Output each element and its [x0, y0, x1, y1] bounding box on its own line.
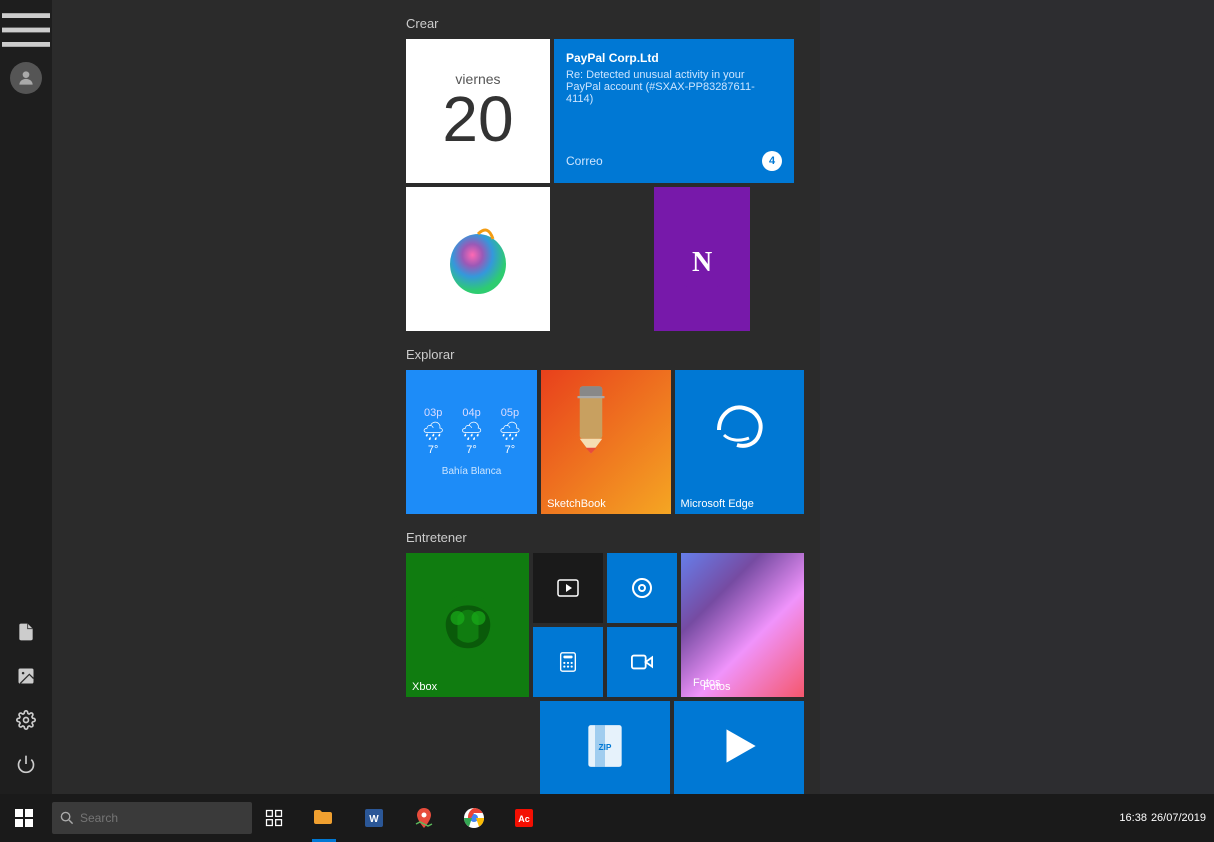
acrobat-taskbar-icon: Ac	[512, 806, 536, 830]
power-icon[interactable]	[2, 742, 50, 786]
mail-app-label: Correo	[566, 154, 603, 168]
task-view-button[interactable]	[252, 794, 296, 842]
maps-icon	[412, 806, 436, 830]
taskbar-date: 26/07/2019	[1151, 812, 1206, 824]
folder-icon	[312, 806, 336, 830]
svg-text:ZIP: ZIP	[599, 742, 612, 752]
start-button[interactable]	[0, 794, 48, 842]
user-avatar[interactable]	[2, 56, 50, 100]
start-menu: # 360 360 Security Center ▾ A Accesi	[0, 0, 820, 794]
photos-icon[interactable]	[2, 654, 50, 698]
tiles-panel: Crear viernes 20 PayPal Corp.Ltd Re: Det…	[390, 0, 820, 794]
calendar-tile[interactable]: viernes 20	[406, 39, 550, 183]
svg-text:W: W	[369, 814, 379, 825]
weather-time-3: 05p	[501, 407, 519, 419]
paint3d-tile[interactable]: Paint 3D	[406, 187, 550, 331]
sketchbook-tile[interactable]: SketchBook	[541, 370, 670, 514]
edge-tile[interactable]: Microsoft Edge	[675, 370, 804, 514]
svg-text:N: N	[692, 247, 712, 278]
mail-tile[interactable]: PayPal Corp.Ltd Re: Detected unusual act…	[554, 39, 794, 183]
entretener-title: Entretener	[406, 530, 804, 545]
hamburger-icon[interactable]	[2, 8, 50, 52]
explorar-title: Explorar	[406, 347, 804, 362]
mail-badge: 4	[762, 151, 782, 171]
taskbar-search-bar[interactable]	[52, 802, 252, 834]
entretener-section: Entretener Xbox	[406, 530, 804, 794]
svg-text:Ac: Ac	[518, 814, 530, 824]
weather-time-1: 03p	[424, 407, 442, 419]
entretener-row2: ZIP WinZip Univer... ACG Player	[406, 701, 804, 794]
winzip-tile[interactable]: ZIP WinZip Univer...	[540, 701, 670, 794]
paint3d-label: Paint 3D	[406, 311, 460, 331]
taskbar-app-maps[interactable]	[400, 794, 448, 842]
entretener-row1: Xbox	[406, 553, 804, 697]
settings-icon[interactable]	[2, 698, 50, 742]
weather-tile[interactable]: 03p 🌧 7° 04p 🌧 7° 05p 🌧 7°	[406, 370, 537, 514]
mail-sender: PayPal Corp.Ltd	[566, 51, 782, 65]
crear-section: Crear viernes 20 PayPal Corp.Ltd Re: Det…	[406, 16, 804, 331]
small-icons-grid	[533, 553, 677, 697]
radio-tile[interactable]	[607, 553, 677, 623]
onenote-tile[interactable]: N	[654, 187, 750, 331]
sketchbook-label: SketchBook	[541, 494, 612, 514]
explorar-section: Explorar 03p 🌧 7° 04p 🌧 7°	[406, 347, 804, 514]
weather-time-2: 04p	[462, 407, 480, 419]
movie-tile[interactable]	[533, 553, 603, 623]
taskbar-time: 16:38	[1119, 812, 1147, 824]
documents-icon[interactable]	[2, 610, 50, 654]
mail-subject: Re: Detected unusual activity in your Pa…	[566, 69, 782, 105]
taskbar-app-word[interactable]: W	[350, 794, 398, 842]
crear-title: Crear	[406, 16, 804, 31]
sidebar-icons	[0, 0, 52, 794]
acg-player-tile[interactable]: ACG Player	[674, 701, 804, 794]
taskbar-search-input[interactable]	[80, 811, 230, 825]
taskbar: W Ac	[0, 794, 1214, 842]
taskbar-search-icon	[60, 811, 74, 825]
calc-tile[interactable]	[533, 627, 603, 697]
calendar-day-num: 20	[442, 87, 513, 151]
chrome-icon	[462, 806, 486, 830]
cam-tile[interactable]	[607, 627, 677, 697]
fotos-text: Fotos	[703, 681, 731, 693]
taskbar-app-acrobat[interactable]: Ac	[500, 794, 548, 842]
explorar-row: 03p 🌧 7° 04p 🌧 7° 05p 🌧 7°	[406, 370, 804, 514]
weather-city: Bahía Blanca	[442, 466, 502, 477]
fotos-tile[interactable]: Fotos Fotos	[681, 553, 804, 697]
xbox-tile[interactable]: Xbox	[406, 553, 529, 697]
taskbar-app-chrome[interactable]	[450, 794, 498, 842]
xbox-label: Xbox	[406, 677, 443, 697]
sidebar-bottom	[2, 610, 50, 786]
taskbar-apps: W Ac	[300, 794, 548, 842]
edge-label: Microsoft Edge	[675, 494, 760, 514]
task-view-icon	[264, 808, 284, 828]
taskbar-app-explorer[interactable]	[300, 794, 348, 842]
word-icon: W	[362, 806, 386, 830]
crear-row: viernes 20 PayPal Corp.Ltd Re: Detected …	[406, 39, 804, 183]
taskbar-right: 16:38 26/07/2019	[1119, 812, 1214, 824]
app-list-panel: # 360 360 Security Center ▾ A Accesi	[0, 0, 390, 794]
crear-row2: Paint 3D N	[406, 187, 804, 331]
